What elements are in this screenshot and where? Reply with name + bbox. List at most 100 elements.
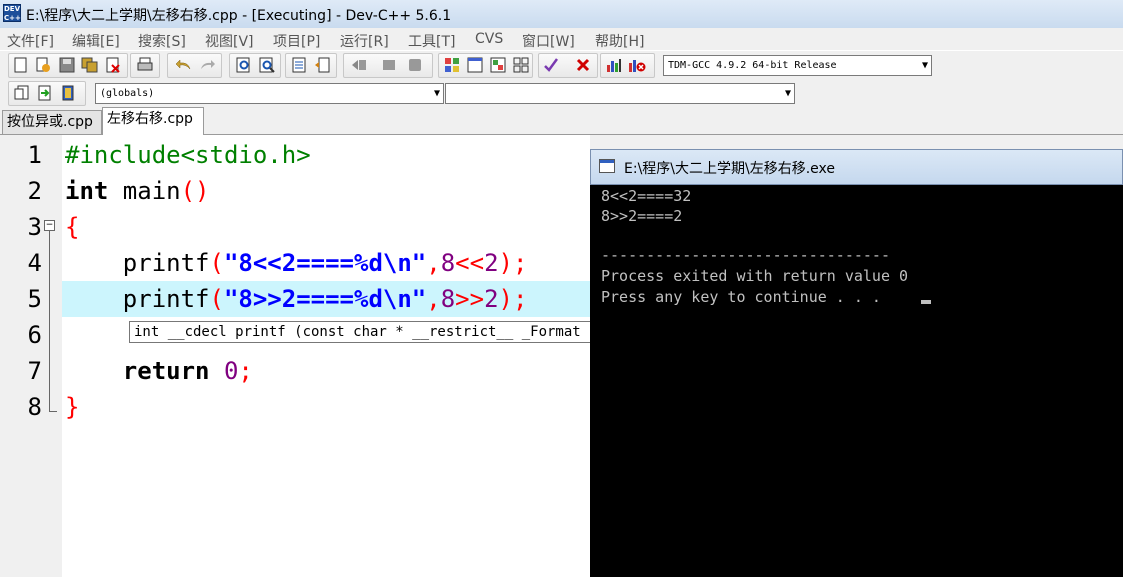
line-number: 4: [27, 249, 42, 277]
string-literal: "8>>2====%d\n": [223, 285, 427, 313]
delete-profile-icon[interactable]: [628, 56, 646, 74]
open-file-icon[interactable]: [34, 56, 52, 74]
console-title: E:\程序\大二上学期\左移右移.exe: [624, 161, 835, 177]
code-line-8: }: [65, 389, 79, 425]
number-literal: 2: [484, 285, 499, 313]
keyword: int: [65, 177, 109, 205]
symbol: }: [65, 393, 80, 421]
devcpp-app-icon[interactable]: DEV C++: [3, 4, 21, 22]
stop-execution-icon[interactable]: [574, 56, 592, 74]
code-line-2: int main(): [65, 173, 210, 209]
line-number: 8: [27, 393, 42, 421]
symbol: ,: [426, 249, 441, 277]
console-output-line: Press any key to continue . . .: [601, 288, 890, 306]
identifier: printf: [65, 249, 210, 277]
close-file-icon[interactable]: [104, 56, 122, 74]
menu-view[interactable]: 视图[V]: [205, 31, 254, 51]
project-options-icon[interactable]: [59, 84, 77, 102]
compile-grid-icon[interactable]: [443, 56, 461, 74]
console-output-line: Process exited with return value 0: [601, 267, 909, 285]
replace-icon[interactable]: [258, 56, 276, 74]
new-project-icon[interactable]: [13, 84, 31, 102]
symbol: {: [65, 213, 80, 241]
code-line-5: printf("8>>2====%d\n",8>>2);: [65, 281, 528, 317]
scope-select-value: (globals): [100, 88, 155, 99]
symbol: );: [498, 249, 528, 277]
identifier: printf: [65, 285, 210, 313]
print-icon[interactable]: [136, 56, 154, 74]
bookmark-icon[interactable]: [380, 56, 398, 74]
console-output-line: 8>>2====2: [601, 207, 683, 225]
window-icon[interactable]: [466, 56, 484, 74]
code-line-3: {: [65, 209, 79, 245]
line-number: 7: [27, 357, 42, 385]
chevron-down-icon: ▼: [921, 60, 928, 71]
function-signature-tooltip: int __cdecl printf (const char * __restr…: [129, 321, 599, 343]
symbol: ;: [238, 357, 253, 385]
number-literal: 8: [440, 249, 456, 277]
undo-icon[interactable]: [175, 56, 193, 74]
code-line-7: return 0;: [65, 353, 253, 389]
symbol: (: [209, 285, 224, 313]
menu-file[interactable]: 文件[F]: [7, 31, 54, 51]
line-number: 5: [27, 285, 42, 313]
line-number: 6: [27, 321, 42, 349]
new-file-icon[interactable]: [12, 56, 30, 74]
goto-icon[interactable]: [350, 56, 368, 74]
include-directive: #include<stdio.h>: [65, 141, 311, 169]
menu-tools[interactable]: 工具[T]: [408, 31, 455, 51]
scope-select[interactable]: (globals) ▼: [95, 83, 444, 104]
chevron-down-icon: ▼: [433, 88, 440, 99]
line-number: 2: [27, 177, 42, 205]
line-number: 1: [27, 141, 42, 169]
fold-line: [49, 231, 50, 412]
menu-run[interactable]: 运行[R]: [340, 31, 389, 51]
menu-project[interactable]: 项目[P]: [273, 31, 320, 51]
console-window-icon: [599, 159, 615, 173]
run-grid-icon[interactable]: [489, 56, 507, 74]
number-literal: 2: [484, 249, 499, 277]
compile-run-icon[interactable]: [512, 56, 530, 74]
number-literal: 8: [440, 285, 456, 313]
keyword: return: [65, 357, 210, 385]
string-literal: "8<<2====%d\n": [223, 249, 427, 277]
menu-help[interactable]: 帮助[H]: [595, 31, 644, 51]
find-icon[interactable]: [235, 56, 253, 74]
menu-window[interactable]: 窗口[W]: [522, 31, 575, 51]
symbol: (): [180, 177, 210, 205]
indent-icon[interactable]: [290, 56, 308, 74]
console-cursor: [921, 300, 931, 304]
profile-chart-icon[interactable]: [605, 56, 623, 74]
menu-cvs[interactable]: CVS: [475, 31, 503, 47]
console-output-line: --------------------------------: [601, 246, 890, 264]
symbol: >>: [455, 285, 485, 313]
window-title: E:\程序\大二上学期\左移右移.cpp - [Executing] - Dev…: [26, 8, 452, 24]
redo-icon[interactable]: [198, 56, 216, 74]
symbol: (: [209, 249, 224, 277]
compiler-select-value: TDM-GCC 4.9.2 64-bit Release: [668, 60, 837, 71]
chevron-down-icon: ▼: [784, 88, 791, 99]
symbol: ,: [426, 285, 441, 313]
save-icon[interactable]: [58, 56, 76, 74]
symbol: <<: [455, 249, 485, 277]
identifier: main: [108, 177, 181, 205]
menu-edit[interactable]: 编辑[E]: [72, 31, 120, 51]
tab-shift-file[interactable]: 左移右移.cpp: [102, 107, 204, 135]
unindent-icon[interactable]: [313, 56, 331, 74]
code-line-1: #include<stdio.h>: [65, 137, 311, 173]
member-select[interactable]: ▼: [445, 83, 795, 104]
console-output-line: 8<<2====32: [601, 187, 692, 205]
fold-collapse-icon[interactable]: −: [44, 220, 55, 231]
line-number: 3: [27, 213, 42, 241]
fold-end: [49, 411, 57, 412]
tab-xor-file[interactable]: 按位异或.cpp: [2, 110, 102, 134]
toggle-bookmark-icon[interactable]: [406, 56, 424, 74]
menu-search[interactable]: 搜索[S]: [138, 31, 186, 51]
symbol: );: [498, 285, 528, 313]
compiler-select[interactable]: TDM-GCC 4.9.2 64-bit Release ▼: [663, 55, 932, 76]
syntax-check-icon[interactable]: [542, 56, 560, 74]
number-literal: 0: [209, 357, 239, 385]
save-all-icon[interactable]: [81, 56, 99, 74]
code-line-4: printf("8<<2====%d\n",8<<2);: [65, 245, 528, 281]
add-to-project-icon[interactable]: [36, 84, 54, 102]
